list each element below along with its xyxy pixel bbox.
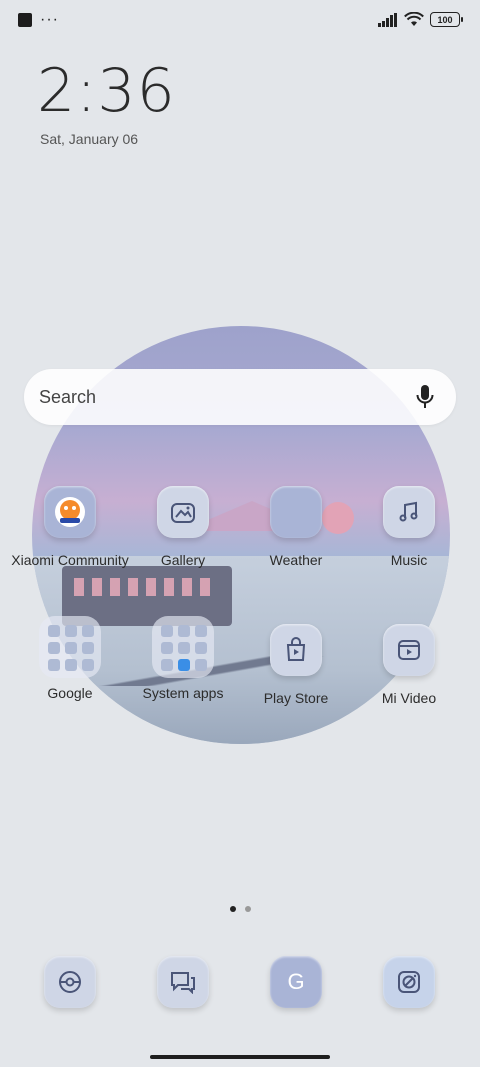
gallery-icon xyxy=(157,486,209,538)
search-bar[interactable]: Search xyxy=(24,369,456,425)
weather-icon xyxy=(270,486,322,538)
battery-icon: 100 xyxy=(430,12,463,27)
app-xiaomi-community[interactable]: Xiaomi Community xyxy=(10,486,130,569)
google-g-icon: G xyxy=(270,956,322,1008)
search-placeholder: Search xyxy=(39,386,97,407)
notification-icon xyxy=(18,13,32,27)
music-note-icon xyxy=(383,486,435,538)
folder-google[interactable]: Google xyxy=(10,616,130,702)
dock-app-google[interactable]: G xyxy=(270,956,322,1008)
page-dot-active xyxy=(229,906,236,912)
app-label: Mi Video xyxy=(381,690,437,706)
folder-icon xyxy=(39,616,101,678)
date-label[interactable]: Sat, January 06 xyxy=(40,131,138,147)
app-music[interactable]: Music xyxy=(349,486,469,569)
wifi-icon xyxy=(404,12,424,26)
app-label: Xiaomi Community xyxy=(11,552,129,568)
page-indicator xyxy=(0,906,480,912)
home-indicator-bar[interactable] xyxy=(150,1055,330,1059)
dock-app-messages[interactable] xyxy=(157,956,209,1008)
more-notifications-icon: ··· xyxy=(40,11,59,28)
folder-system-apps[interactable]: System apps xyxy=(123,616,243,702)
status-right: 100 xyxy=(378,12,463,27)
camera-lens-icon xyxy=(44,956,96,1008)
battery-level: 100 xyxy=(437,14,453,25)
signal-icon xyxy=(378,12,397,27)
app-label: System apps xyxy=(142,685,224,701)
compass-icon xyxy=(383,956,435,1008)
app-play-store[interactable]: Play Store xyxy=(236,624,356,707)
dock-app-camera[interactable] xyxy=(44,956,96,1008)
messages-icon xyxy=(157,956,209,1008)
clock-widget[interactable]: 2:36 xyxy=(37,56,176,126)
microphone-icon[interactable] xyxy=(416,384,434,410)
dock-app-compass[interactable] xyxy=(383,956,435,1008)
app-weather[interactable]: Weather xyxy=(236,486,356,569)
status-left: ··· xyxy=(18,11,59,28)
app-mi-video[interactable]: Mi Video xyxy=(349,624,469,707)
google-g-label: G xyxy=(287,969,305,994)
app-label: Play Store xyxy=(263,690,329,706)
status-bar: ··· 100 xyxy=(0,0,480,40)
app-label: Google xyxy=(47,685,93,701)
app-label: Music xyxy=(390,552,428,568)
folder-icon xyxy=(152,616,214,678)
xiaomi-community-icon xyxy=(44,486,96,538)
play-store-icon xyxy=(270,624,322,676)
app-label: Gallery xyxy=(160,552,206,568)
mi-video-icon xyxy=(383,624,435,676)
app-label: Weather xyxy=(269,552,323,568)
app-gallery[interactable]: Gallery xyxy=(123,486,243,569)
page-dot xyxy=(244,906,251,912)
